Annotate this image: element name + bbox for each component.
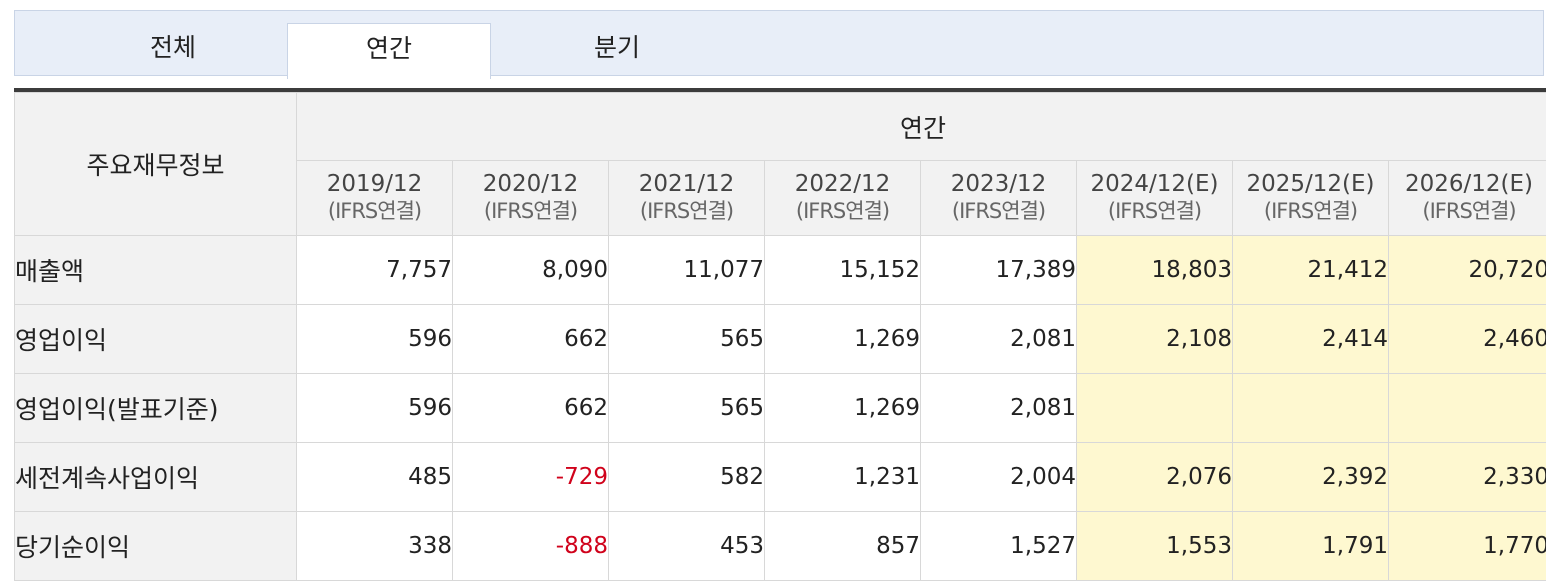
period-header: 2021/12 (IFRS연결) (608, 160, 765, 236)
row-label: 매출액 (14, 235, 297, 305)
table-cell: 18,803 (1076, 235, 1233, 305)
table-row: 세전계속사업이익 485 -729 582 1,231 2,004 2,076 2,392 2,… (14, 442, 1546, 512)
table-cell: -729 (452, 442, 609, 512)
table-cell: 1,527 (920, 511, 1077, 581)
row-label: 영업이익 (14, 304, 297, 374)
table-cell: 1,553 (1076, 511, 1233, 581)
table-cell: 1,791 (1232, 511, 1389, 581)
period-group-header: 연간 (295, 92, 1546, 161)
table-cell: 2,076 (1076, 442, 1233, 512)
table-cell: 21,412 (1232, 235, 1389, 305)
period-year: 2020/12 (482, 171, 579, 197)
table-cell: 453 (608, 511, 765, 581)
period-year: 2023/12 (950, 171, 1047, 197)
table-cell: 565 (608, 373, 765, 443)
table-cell: 2,460 (1387, 304, 1546, 374)
period-basis: (IFRS연결) (483, 199, 578, 223)
period-year: 2024/12(E) (1090, 171, 1219, 197)
table-cell: 2,414 (1232, 304, 1389, 374)
table-cell: -888 (452, 511, 609, 581)
table-cell: 662 (452, 304, 609, 374)
period-year: 2019/12 (326, 171, 423, 197)
period-basis: (IFRS연결) (1422, 199, 1516, 223)
period-header: 2019/12 (IFRS연결) (296, 160, 453, 236)
table-cell: 8,090 (452, 235, 609, 305)
table-cell: 582 (608, 442, 765, 512)
period-header: 2020/12 (IFRS연결) (452, 160, 609, 236)
table-cell: 2,108 (1076, 304, 1233, 374)
table-cell: 596 (296, 304, 453, 374)
period-header: 2026/12(E) (IFRS연결) (1387, 160, 1546, 236)
table-cell: 2,330 (1387, 442, 1546, 512)
table-cell: 2,004 (920, 442, 1077, 512)
table-cell: 11,077 (608, 235, 765, 305)
row-label: 세전계속사업이익 (14, 442, 297, 512)
table-row: 영업이익 596 662 565 1,269 2,081 2,108 2,414 2,460 (14, 304, 1546, 374)
period-year: 2022/12 (794, 171, 891, 197)
tab-quarterly[interactable]: 분기 (515, 23, 719, 78)
period-basis: (IFRS연결) (639, 199, 734, 223)
row-label: 당기순이익 (14, 511, 297, 581)
period-year: 2021/12 (638, 171, 735, 197)
period-basis: (IFRS연결) (795, 199, 890, 223)
table-cell: 857 (764, 511, 921, 581)
table-body: 매출액 7,757 8,090 11,077 15,152 17,389 18,803 21,… (14, 235, 1546, 581)
table-cell (1232, 373, 1389, 443)
table-cell: 1,269 (764, 373, 921, 443)
tab-bar: 전체 연간 분기 (14, 10, 1544, 79)
financial-summary-table: 주요재무정보 연간 2019/12 (IFRS연결) 2020/12 (IFRS연결)… (14, 92, 1546, 581)
table-cell: 485 (296, 442, 453, 512)
table-cell: 662 (452, 373, 609, 443)
period-basis: (IFRS연결) (1107, 199, 1202, 223)
period-basis: (IFRS연결) (1263, 199, 1358, 223)
period-header: 2022/12 (IFRS연결) (764, 160, 921, 236)
row-label: 영업이익(발표기준) (14, 373, 297, 443)
period-year: 2026/12(E) (1404, 171, 1534, 197)
period-basis: (IFRS연결) (327, 199, 422, 223)
table-cell (1387, 373, 1546, 443)
period-header: 2024/12(E) (IFRS연결) (1076, 160, 1233, 236)
table-row: 영업이익(발표기준) 596 662 565 1,269 2,081 (14, 373, 1546, 443)
table-cell (1076, 373, 1233, 443)
table-cell: 7,757 (296, 235, 453, 305)
table-cell: 2,392 (1232, 442, 1389, 512)
period-header: 2023/12 (IFRS연결) (920, 160, 1077, 236)
table-row: 매출액 7,757 8,090 11,077 15,152 17,389 18,803 21,… (14, 235, 1546, 305)
table-cell: 20,720 (1387, 235, 1546, 305)
table-cell: 596 (296, 373, 453, 443)
table-cell: 2,081 (920, 304, 1077, 374)
table-cell: 2,081 (920, 373, 1077, 443)
table-cell: 1,231 (764, 442, 921, 512)
tab-all[interactable]: 전체 (71, 23, 275, 78)
period-basis: (IFRS연결) (951, 199, 1046, 223)
tab-annual[interactable]: 연간 (287, 23, 491, 79)
corner-header: 주요재무정보 (14, 92, 297, 236)
table-cell: 565 (608, 304, 765, 374)
table-cell: 17,389 (920, 235, 1077, 305)
period-header: 2025/12(E) (IFRS연결) (1232, 160, 1389, 236)
period-year: 2025/12(E) (1246, 171, 1375, 197)
table-cell: 1,770 (1387, 511, 1546, 581)
table-cell: 15,152 (764, 235, 921, 305)
table-cell: 338 (296, 511, 453, 581)
table-row: 당기순이익 338 -888 453 857 1,527 1,553 1,791 1,770 (14, 511, 1546, 581)
table-cell: 1,269 (764, 304, 921, 374)
